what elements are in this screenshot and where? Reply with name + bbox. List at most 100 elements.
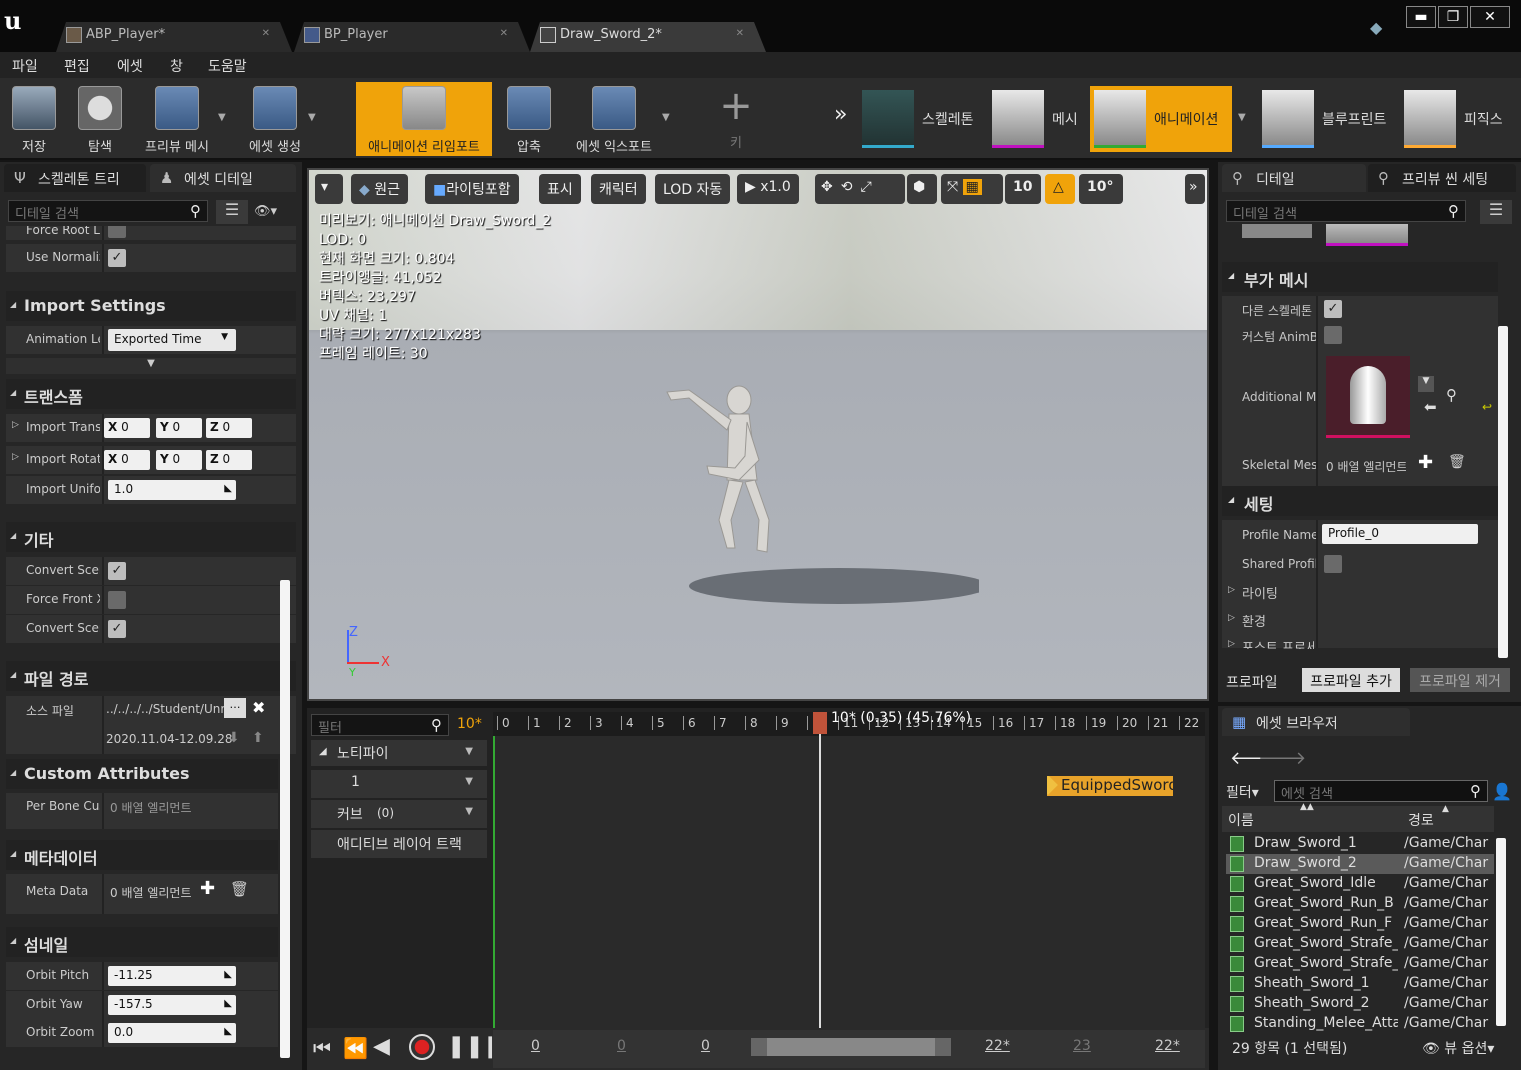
use-selected-arrow-icon[interactable]: ⬅: [1424, 398, 1437, 416]
viewport-options-button[interactable]: ▾: [315, 174, 343, 204]
trash-icon[interactable]: 🗑: [1448, 454, 1466, 470]
profile-name-field[interactable]: Profile_0: [1322, 524, 1478, 544]
translation-y-field[interactable]: Y 0: [156, 418, 202, 438]
playback-speed-button[interactable]: ▶ x1.0: [737, 174, 799, 204]
browse-file-button[interactable]: …: [224, 698, 246, 718]
notify-equipped-sword[interactable]: EquippedSword: [1047, 776, 1173, 796]
current-frame-indicator[interactable]: 10*: [457, 716, 482, 732]
close-icon[interactable]: ✕: [736, 28, 744, 39]
step-back-icon[interactable]: ⏪: [343, 1036, 368, 1060]
lighting-button[interactable]: ■라이팅포함: [425, 174, 519, 204]
details-search-input[interactable]: 디테일 검색 ⚲: [8, 200, 208, 222]
tab-abp-player[interactable]: ABP_Player* ✕: [56, 22, 292, 52]
asset-row[interactable]: Draw_Sword_1/Game/Char: [1226, 834, 1494, 854]
column-name[interactable]: 이름: [1228, 810, 1254, 830]
remove-profile-button[interactable]: 프로파일 제거: [1410, 668, 1510, 692]
mode-physics[interactable]: 피직스: [1404, 86, 1503, 152]
category-custom-attributes[interactable]: Custom Attributes: [6, 759, 278, 789]
range-start[interactable]: 0: [531, 1038, 540, 1054]
mode-blueprint[interactable]: 블루프린트: [1262, 86, 1386, 152]
tab-skeleton-tree[interactable]: Ψ 스켈레톤 트리: [4, 164, 146, 192]
download-arrow-icon[interactable]: ⬇: [228, 730, 240, 746]
menu-edit[interactable]: 편집: [64, 56, 90, 76]
rotation-z-field[interactable]: Z 0: [206, 450, 252, 470]
expand-arrow-icon[interactable]: ▷: [1228, 585, 1235, 595]
show-button[interactable]: 표시: [539, 174, 581, 204]
expand-arrow-icon[interactable]: ▷: [12, 420, 19, 430]
key-button[interactable]: + 키: [708, 82, 764, 156]
other-skeleton-checkbox[interactable]: ✓: [1324, 300, 1342, 318]
working-start[interactable]: 0: [701, 1038, 710, 1054]
expand-arrow-icon[interactable]: ▷: [1228, 613, 1235, 623]
add-element-icon[interactable]: ✚: [200, 878, 215, 899]
asset-row[interactable]: Sheath_Sword_2/Game/Char: [1226, 994, 1494, 1014]
add-element-icon[interactable]: ✚: [1418, 452, 1433, 473]
menu-window[interactable]: 창: [170, 56, 183, 76]
close-window-button[interactable]: ✕: [1470, 6, 1510, 28]
orbit-pitch-field[interactable]: -11.25 ◣: [108, 966, 236, 986]
convert-scene-checkbox[interactable]: ✓: [108, 562, 126, 580]
category-import-settings[interactable]: Import Settings: [6, 291, 296, 321]
track-curves[interactable]: 커브 (0) ▼: [311, 800, 487, 828]
double-chevron-icon[interactable]: »: [834, 102, 847, 127]
asset-row[interactable]: Great_Sword_Idle/Game/Char: [1226, 874, 1494, 894]
forward-arrow-icon[interactable]: 🡒: [1258, 748, 1306, 769]
chevron-down-icon[interactable]: ▼: [218, 112, 226, 123]
expand-advanced-icon[interactable]: ▼: [6, 358, 296, 374]
close-icon[interactable]: ✕: [262, 28, 270, 39]
category-thumbnail[interactable]: 섬네일: [6, 927, 278, 957]
timeline-track-area[interactable]: [493, 712, 1205, 1028]
playhead-handle[interactable]: [813, 712, 827, 734]
category-misc[interactable]: 기타: [6, 522, 296, 552]
view-start[interactable]: 0: [617, 1038, 626, 1054]
maximize-button[interactable]: ❐: [1438, 6, 1468, 28]
lod-button[interactable]: LOD 자동: [655, 174, 731, 204]
chevron-down-icon[interactable]: ▼: [1238, 112, 1246, 123]
category-transform[interactable]: 트랜스폼: [6, 379, 296, 409]
rotation-x-field[interactable]: X 0: [104, 450, 150, 470]
asset-row[interactable]: Great_Sword_Strafe_R/Game/Char: [1226, 954, 1494, 974]
reimport-animation-button[interactable]: 애니메이션 리임포트: [356, 82, 492, 156]
reset-icon[interactable]: ↩: [1482, 400, 1492, 414]
range-scrollbar[interactable]: [751, 1038, 951, 1056]
timeline-filter-input[interactable]: 필터 ⚲: [311, 714, 449, 736]
record-button[interactable]: [409, 1034, 435, 1060]
source-control-icon[interactable]: ◆: [1370, 18, 1382, 37]
skip-to-start-icon[interactable]: ⏮: [313, 1036, 331, 1060]
row-label[interactable]: 라이팅: [1242, 583, 1278, 602]
additional-mesh-thumbnail[interactable]: [1326, 356, 1410, 438]
mode-mesh[interactable]: 메시: [992, 86, 1078, 152]
convert-scene-unit-checkbox[interactable]: ✓: [108, 620, 126, 638]
asset-scrollbar[interactable]: [1496, 838, 1506, 1026]
play-reverse-icon[interactable]: ◀: [373, 1034, 390, 1059]
row-label[interactable]: 포스트 프로세스: [1242, 637, 1314, 649]
surface-snap-icon[interactable]: ⤧ ▦: [941, 174, 1003, 204]
view-end[interactable]: 23: [1073, 1038, 1091, 1054]
preview-mesh-button[interactable]: 프리뷰 메시: [136, 82, 218, 156]
user-icon[interactable]: 👤: [1492, 782, 1512, 801]
asset-row[interactable]: Great_Sword_Run_B/Game/Char: [1226, 894, 1494, 914]
view-list-icon[interactable]: ☰: [216, 200, 248, 224]
expand-arrow-icon[interactable]: ▷: [12, 452, 19, 462]
pause-icon[interactable]: ❚❚: [447, 1034, 484, 1059]
rotation-size-button[interactable]: 10°: [1079, 174, 1123, 204]
asset-search-input[interactable]: 에셋 검색 ⚲: [1274, 780, 1488, 802]
view-options-button[interactable]: 👁 뷰 옵션▾: [1422, 1038, 1494, 1058]
track-additive-layer[interactable]: 애디티브 레이어 트랙: [311, 830, 487, 858]
clear-icon[interactable]: ✖: [252, 698, 265, 717]
rotation-snap-icon[interactable]: △: [1045, 174, 1075, 204]
filter-button[interactable]: 필터▾: [1226, 782, 1259, 802]
viewport-expand-icon[interactable]: »: [1185, 174, 1205, 204]
column-path[interactable]: 경로: [1408, 810, 1434, 830]
tab-details[interactable]: ⚲ 디테일: [1222, 164, 1366, 192]
add-profile-button[interactable]: 프로파일 추가: [1302, 668, 1400, 692]
eye-icon[interactable]: 👁▾: [254, 204, 277, 219]
chevron-down-icon[interactable]: ▼: [662, 112, 670, 123]
category-file-path[interactable]: 파일 경로: [6, 661, 296, 691]
trash-icon[interactable]: 🗑: [230, 880, 249, 898]
menu-help[interactable]: 도움말: [208, 56, 247, 76]
tab-asset-details[interactable]: ♟ 에셋 디테일: [150, 164, 296, 192]
character-button[interactable]: 캐릭터: [591, 174, 646, 204]
category-settings[interactable]: ◢ 세팅: [1222, 486, 1498, 516]
translation-z-field[interactable]: Z 0: [206, 418, 252, 438]
